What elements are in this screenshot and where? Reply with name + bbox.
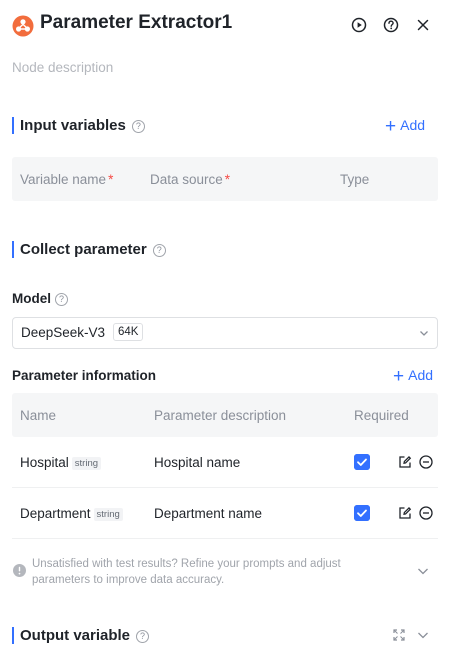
plus-icon: +: [393, 366, 405, 387]
node-description-input[interactable]: Node description: [12, 60, 113, 75]
add-input-variable-button[interactable]: + Add: [385, 116, 425, 138]
divider: [12, 538, 438, 539]
expand-icon[interactable]: [393, 629, 405, 641]
divider: [12, 487, 438, 488]
help-icon[interactable]: [382, 16, 400, 34]
parameter-name: Hospital string: [20, 455, 102, 470]
column-variable-name: Variable name *: [20, 172, 113, 187]
help-icon[interactable]: ?: [55, 293, 68, 306]
model-name: DeepSeek-V3: [21, 325, 106, 340]
run-icon[interactable]: [350, 16, 368, 34]
output-variable-title-text: Output variable: [20, 627, 131, 644]
node-title[interactable]: Parameter Extractor1: [40, 12, 232, 34]
output-variable-title: Output variable?: [12, 627, 150, 644]
chevron-down-icon[interactable]: [416, 628, 430, 642]
parameter-description: Department name: [154, 506, 263, 521]
column-label: Data source: [150, 172, 223, 187]
parameter-description: Hospital name: [154, 455, 241, 470]
help-icon[interactable]: ?: [136, 630, 150, 643]
context-length-badge: 64K: [113, 323, 144, 341]
parameter-table-header: Name Parameter description Required: [12, 393, 438, 437]
help-icon[interactable]: ?: [152, 244, 166, 257]
collect-parameter-title-text: Collect parameter: [20, 241, 147, 258]
close-icon[interactable]: [414, 16, 432, 34]
remove-icon[interactable]: [419, 455, 433, 469]
add-parameter-button[interactable]: + Add: [393, 366, 433, 388]
column-name: Name: [20, 408, 57, 423]
required-star: *: [108, 172, 114, 187]
optimization-tip: Unsatisfied with test results? Refine yo…: [32, 558, 341, 586]
plus-icon: +: [385, 116, 397, 137]
parameter-information-title: Parameter information: [12, 368, 157, 383]
column-parameter-description: Parameter description: [154, 408, 287, 423]
parameter-name-text: Department: [20, 506, 91, 521]
add-label: Add: [408, 367, 434, 383]
type-badge: string: [93, 508, 123, 521]
remove-icon[interactable]: [419, 506, 433, 520]
input-variables-title: Input variables?: [12, 117, 145, 134]
required-checkbox[interactable]: [354, 454, 370, 470]
model-label: Model?: [12, 291, 68, 306]
edit-icon[interactable]: [398, 455, 412, 469]
column-data-source: Data source *: [150, 172, 230, 187]
chevron-down-icon: [420, 331, 428, 336]
help-icon[interactable]: ?: [131, 120, 145, 133]
parameter-name-text: Hospital: [20, 455, 69, 470]
chevron-down-icon[interactable]: [416, 564, 430, 578]
edit-icon[interactable]: [398, 506, 412, 520]
add-label: Add: [400, 117, 426, 133]
collect-parameter-title: Collect parameter?: [12, 241, 166, 258]
input-variables-table-header: Variable name * Data source * Type: [12, 157, 438, 201]
column-type: Type: [340, 172, 370, 187]
info-icon: [13, 564, 26, 577]
required-checkbox[interactable]: [354, 505, 370, 521]
column-required: Required: [354, 408, 409, 423]
parameter-name: Department string: [20, 506, 123, 521]
model-label-text: Model: [12, 291, 51, 306]
required-star: *: [224, 172, 231, 187]
column-label: Variable name: [20, 172, 107, 187]
input-variables-title-text: Input variables: [20, 117, 126, 134]
parameter-extractor-logo-icon: [12, 15, 34, 37]
model-select[interactable]: DeepSeek-V3 64K: [12, 317, 438, 349]
type-badge: string: [71, 457, 102, 470]
